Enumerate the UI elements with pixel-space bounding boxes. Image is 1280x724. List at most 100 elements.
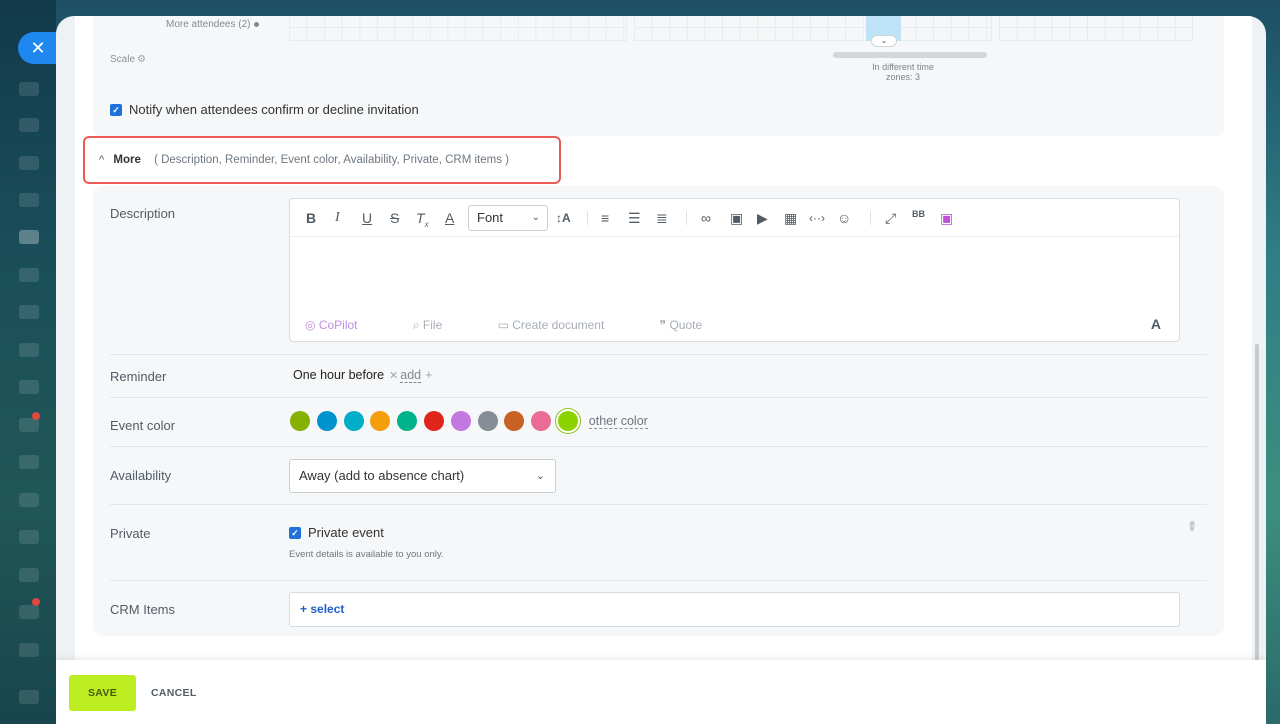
bbcode-icon[interactable]: BB	[912, 209, 925, 219]
gear-icon[interactable]: ⚙	[137, 54, 146, 65]
description-editor[interactable]: B I U S Tx A Font ⌄ ↕A ≡ ☰ ≣ ∞ ▣ ▶ ▦ ‹··…	[289, 198, 1180, 342]
font-size-icon[interactable]: ↕A	[556, 209, 571, 227]
table-icon[interactable]: ▦	[784, 209, 797, 227]
private-label: Private	[110, 526, 151, 541]
more-toggle[interactable]: ^ More ( Description, Reminder, Event co…	[99, 154, 509, 166]
file-button[interactable]: ⌕ File	[413, 318, 468, 332]
emoji-icon[interactable]: ☺	[837, 209, 851, 227]
align-icon[interactable]: ≣	[656, 209, 668, 227]
crm-items-label: CRM Items	[110, 602, 175, 617]
more-toggle-label: More	[113, 154, 141, 166]
ai-image-icon[interactable]: ▣	[940, 209, 953, 227]
app-menu-icon[interactable]	[19, 530, 39, 544]
chevron-down-icon[interactable]: ⌄	[871, 35, 897, 47]
timezone-note-line1: In different time	[872, 62, 934, 72]
close-slider-button[interactable]: ✕	[18, 32, 58, 64]
notify-checkbox-row[interactable]: ✓ Notify when attendees confirm or decli…	[110, 102, 419, 117]
more-toggle-items: ( Description, Reminder, Event color, Av…	[154, 154, 509, 166]
app-menu-icon[interactable]	[19, 230, 39, 244]
app-menu-icon[interactable]	[19, 605, 39, 619]
color-swatch[interactable]	[531, 411, 552, 431]
quote-label: Quote	[669, 318, 703, 332]
more-fields-section: Description B I U S Tx A Font ⌄ ↕A ≡ ☰ ≣…	[93, 186, 1224, 636]
font-select[interactable]: Font ⌄	[468, 205, 548, 231]
color-swatch[interactable]	[504, 411, 525, 431]
font-select-value: Font	[477, 210, 504, 225]
app-menu-icon[interactable]	[19, 268, 39, 282]
file-label: File	[422, 318, 443, 332]
code-icon[interactable]: ‹··›	[809, 209, 825, 227]
strikethrough-icon[interactable]: S	[390, 209, 399, 227]
planner-scrollbar[interactable]	[833, 52, 987, 58]
private-checkbox-row[interactable]: ✓ Private event	[289, 525, 384, 540]
reminder-value: One hour before ✕ add +	[293, 368, 432, 383]
app-menu-icon[interactable]	[19, 568, 39, 582]
color-swatch[interactable]	[477, 411, 498, 431]
availability-select[interactable]: Away (add to absence chart) ⌄	[289, 459, 556, 493]
remove-reminder-icon[interactable]: ✕	[389, 370, 398, 382]
pin-icon[interactable]: ✎	[1182, 517, 1201, 536]
editor-footer: ◎ CoPilot ⌕ File ▭ Create document ❞ Quo…	[305, 318, 754, 333]
app-menu-icon[interactable]	[19, 455, 39, 469]
scale-control[interactable]: Scale ⚙	[110, 54, 146, 65]
link-icon[interactable]: ∞	[701, 209, 711, 227]
plus-icon[interactable]: +	[425, 368, 432, 382]
other-color-link[interactable]: other color	[588, 414, 648, 429]
app-menu-icon[interactable]	[19, 118, 39, 132]
create-document-button[interactable]: ▭ Create document	[498, 318, 631, 332]
numbered-list-icon[interactable]: ≡	[601, 209, 609, 227]
copilot-button[interactable]: ◎ CoPilot	[305, 318, 384, 332]
underline-icon[interactable]: U	[362, 209, 372, 227]
italic-icon[interactable]: I	[335, 209, 340, 227]
quote-button[interactable]: ❞ Quote	[660, 318, 729, 332]
notify-checkbox[interactable]: ✓	[110, 103, 122, 116]
app-menu-icon[interactable]	[19, 193, 39, 207]
color-swatch[interactable]	[343, 411, 364, 431]
app-menu-icon[interactable]	[19, 380, 39, 394]
save-button[interactable]: SAVE	[69, 675, 136, 711]
toolbar-divider	[870, 211, 871, 225]
color-swatch[interactable]	[423, 411, 444, 431]
color-swatch[interactable]	[397, 411, 418, 431]
color-swatch[interactable]	[450, 411, 471, 431]
text-color-icon[interactable]: A	[445, 209, 454, 227]
clear-format-icon[interactable]: Tx	[416, 209, 429, 234]
editor-toolbar: B I U S Tx A Font ⌄ ↕A ≡ ☰ ≣ ∞ ▣ ▶ ▦ ‹··…	[290, 199, 1179, 237]
event-color-label: Event color	[110, 418, 176, 433]
planner-grid[interactable]	[289, 16, 627, 41]
app-menu-icon[interactable]	[19, 643, 39, 657]
private-checkbox-label: Private event	[308, 525, 384, 540]
color-swatch[interactable]	[370, 411, 391, 431]
app-menu-icon[interactable]	[19, 305, 39, 319]
more-attendees-link[interactable]: More attendees (2)	[166, 19, 259, 30]
planner-grid[interactable]	[999, 16, 1193, 41]
app-menu-icon[interactable]	[19, 82, 39, 96]
app-menu-icon[interactable]	[19, 690, 39, 704]
app-menu-icon[interactable]	[19, 418, 39, 432]
add-reminder-link[interactable]: add	[400, 368, 422, 383]
color-swatch[interactable]	[557, 411, 578, 431]
fullscreen-icon[interactable]: ⤢	[885, 209, 896, 227]
crm-select-link[interactable]: + select	[300, 602, 344, 616]
bold-icon[interactable]: B	[306, 209, 316, 227]
color-swatch[interactable]	[316, 411, 337, 431]
bullet-list-icon[interactable]: ☰	[628, 209, 641, 227]
crm-select-field[interactable]: + select	[289, 592, 1180, 627]
text-format-toggle-icon[interactable]: A	[1151, 316, 1161, 332]
app-sidebar	[0, 0, 56, 724]
app-menu-icon[interactable]	[19, 156, 39, 170]
panel-scrollbar[interactable]	[1255, 344, 1259, 660]
color-swatch[interactable]	[290, 411, 310, 431]
planner-grid[interactable]	[634, 16, 992, 41]
image-icon[interactable]: ▣	[730, 209, 743, 227]
private-checkbox[interactable]: ✓	[289, 526, 301, 539]
video-icon[interactable]: ▶	[757, 209, 768, 227]
availability-value: Away (add to absence chart)	[299, 468, 465, 483]
chevron-down-icon: ⌄	[535, 470, 545, 482]
app-menu-icon[interactable]	[19, 343, 39, 357]
timezone-note-line2: zones: 3	[885, 72, 921, 82]
cancel-button[interactable]: CANCEL	[151, 675, 197, 711]
row-divider	[110, 446, 1207, 447]
reminder-text: One hour before	[293, 368, 385, 382]
app-menu-icon[interactable]	[19, 493, 39, 507]
